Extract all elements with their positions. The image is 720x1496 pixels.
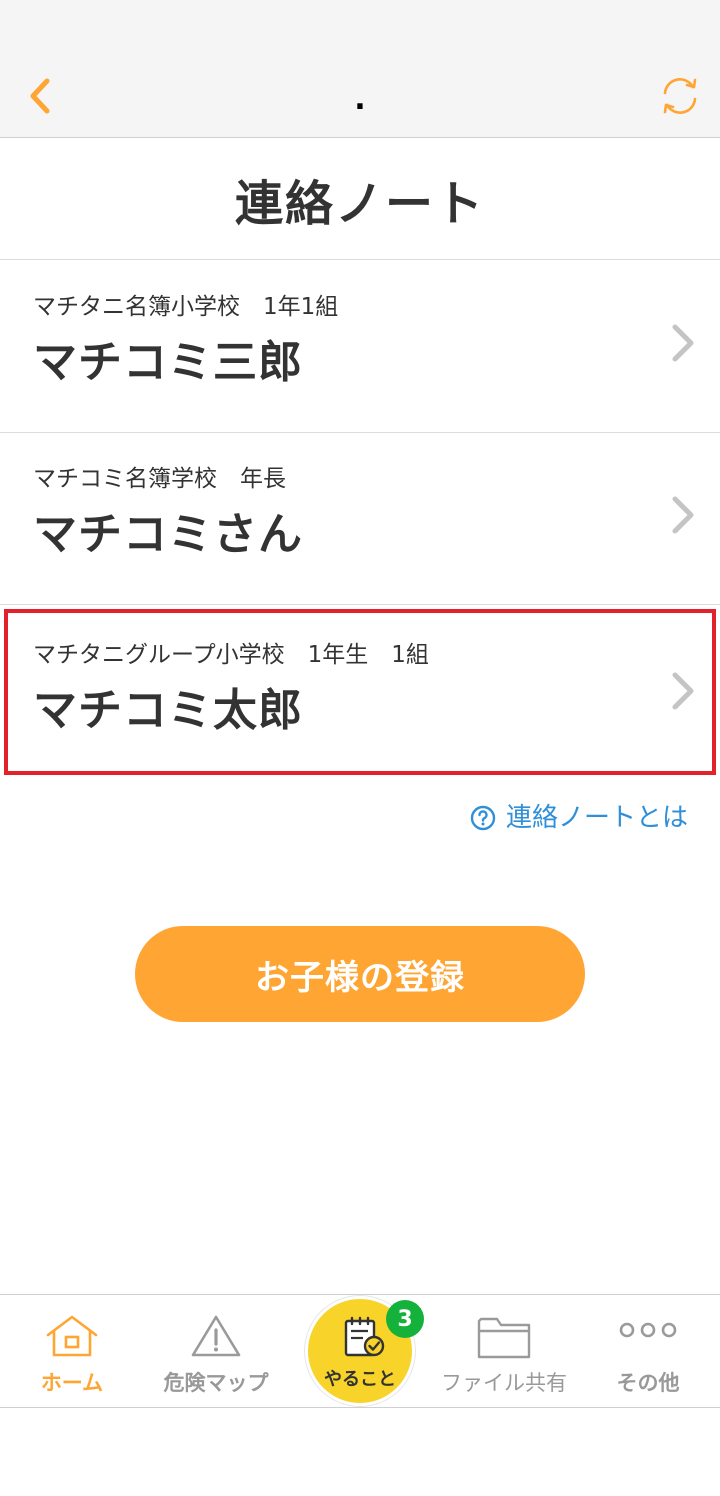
child-list-item[interactable]: マチコミ名簿学校 年長 マチコミさん <box>0 433 720 605</box>
tab-label: ホーム <box>40 1371 104 1395</box>
bottom-safe-area <box>0 1409 720 1496</box>
tab-label: ファイル共有 <box>441 1371 567 1395</box>
register-child-button[interactable]: お子様の登録 <box>135 926 585 1022</box>
child-list: マチタニ名簿小学校 1年1組 マチコミ三郎 マチコミ名簿学校 年長 マチコミさん… <box>0 261 720 775</box>
page-title: 連絡ノート <box>0 138 720 260</box>
todo-count-badge: 3 <box>386 1300 424 1338</box>
school-class-label: マチタニグループ小学校 1年生 1組 <box>33 642 429 668</box>
about-link-label: 連絡ノートとは <box>505 803 688 833</box>
school-class-label: マチコミ名簿学校 年長 <box>33 466 286 492</box>
tab-label: 危険マップ <box>163 1371 269 1395</box>
navigation-bar: . <box>0 54 720 138</box>
tab-label: その他 <box>616 1371 680 1395</box>
refresh-icon <box>663 78 697 114</box>
status-bar <box>0 0 720 54</box>
about-renraku-note-link[interactable]: 連絡ノートとは <box>470 800 688 836</box>
tab-danger-map[interactable]: 危険マップ <box>144 1295 288 1409</box>
child-name: マチコミ太郎 <box>33 685 303 736</box>
school-class-label: マチタニ名簿小学校 1年1組 <box>33 294 339 320</box>
tab-file-share[interactable]: ファイル共有 <box>432 1295 576 1409</box>
question-circle-icon <box>470 805 496 831</box>
chevron-right-icon <box>672 324 694 362</box>
more-dots-icon <box>619 1322 677 1338</box>
home-icon <box>46 1315 98 1357</box>
chevron-right-icon <box>672 496 694 534</box>
chevron-right-icon <box>672 672 694 710</box>
warning-icon <box>191 1315 241 1357</box>
child-list-item[interactable]: マチタニ名簿小学校 1年1組 マチコミ三郎 <box>0 261 720 433</box>
todo-notepad-icon <box>344 1316 385 1357</box>
child-name: マチコミ三郎 <box>33 337 303 388</box>
tab-other[interactable]: その他 <box>576 1295 720 1409</box>
child-name: マチコミさん <box>33 509 303 560</box>
child-list-item-selected[interactable]: マチタニグループ小学校 1年生 1組 マチコミ太郎 <box>4 609 716 775</box>
tab-label: やること <box>324 1369 396 1390</box>
nav-title: . <box>354 82 366 117</box>
tab-home[interactable]: ホーム <box>0 1295 144 1409</box>
folder-icon <box>477 1317 531 1359</box>
refresh-button[interactable] <box>656 72 704 120</box>
